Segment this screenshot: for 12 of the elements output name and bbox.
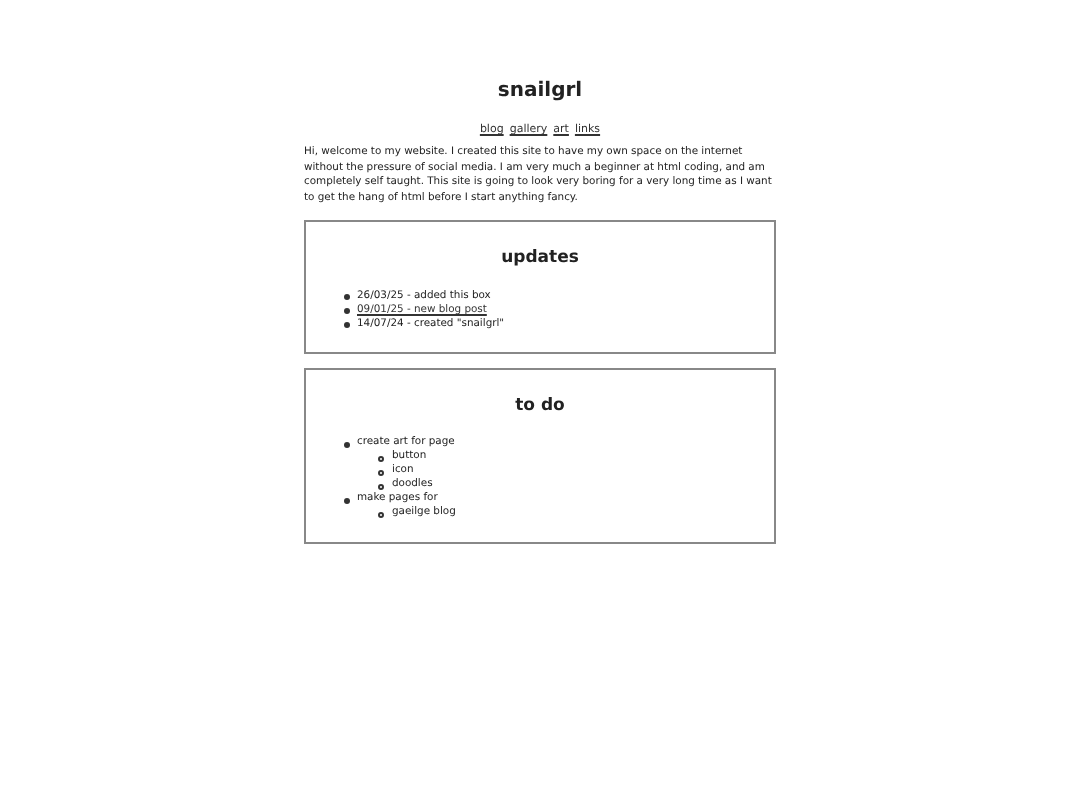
bullet-icon [378, 455, 384, 462]
panel-heading: to do [515, 394, 565, 420]
bullet-icon [344, 498, 349, 503]
bullet-icon [378, 483, 384, 490]
bullet-icon [344, 322, 349, 328]
bullet-icon [378, 511, 384, 518]
bullet-icon [344, 308, 349, 314]
site-title: snailgrl [497, 78, 583, 106]
panel-heading: updates [501, 246, 579, 272]
bullet-icon [344, 442, 349, 447]
bullet-icon [344, 294, 349, 300]
bullet-icon [378, 469, 384, 476]
